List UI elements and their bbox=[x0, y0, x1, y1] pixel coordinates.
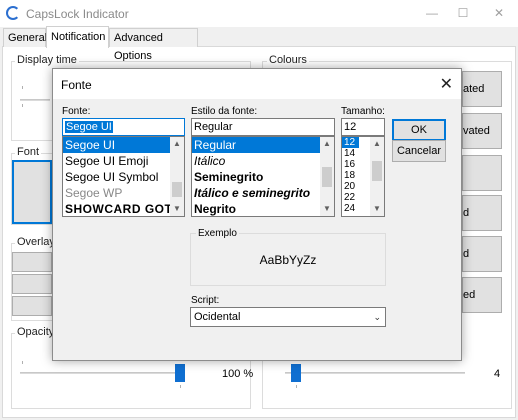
overlay-group-label: Overlay bbox=[15, 236, 57, 248]
font-select-button[interactable] bbox=[12, 160, 52, 224]
tab-notification[interactable]: Notification bbox=[46, 26, 109, 48]
colours-group-label: Colours bbox=[267, 54, 309, 66]
font-list-item[interactable]: SHOWCARD GOTHI bbox=[63, 201, 184, 216]
style-list-item[interactable]: Regular bbox=[192, 137, 334, 153]
scrollbar-thumb[interactable] bbox=[172, 182, 182, 197]
scroll-up-icon[interactable]: ▲ bbox=[170, 137, 184, 151]
script-label: Script: bbox=[191, 295, 220, 306]
font-list-scrollbar[interactable]: ▲ ▼ bbox=[170, 137, 184, 216]
slider-tick bbox=[180, 385, 181, 388]
overlay-button[interactable] bbox=[12, 252, 52, 272]
slider-tick bbox=[296, 385, 297, 388]
chevron-down-icon: ⌄ bbox=[373, 312, 381, 322]
overlay-button[interactable] bbox=[12, 296, 52, 316]
dialog-title-bar bbox=[53, 69, 461, 99]
font-list-item[interactable]: Segoe UI Symbol bbox=[63, 169, 184, 185]
style-list-item[interactable]: Seminegrito bbox=[192, 169, 334, 185]
opacity-slider-thumb[interactable] bbox=[175, 364, 185, 382]
display-time-label: Display time bbox=[15, 54, 79, 66]
style-label: Estilo da fonte: bbox=[191, 106, 258, 117]
ok-button[interactable]: OK bbox=[392, 119, 446, 141]
size-list-scrollbar[interactable]: ▲ ▼ bbox=[370, 137, 384, 216]
style-input[interactable]: Regular bbox=[191, 118, 335, 136]
opacity-slider-track[interactable] bbox=[20, 372, 184, 374]
scroll-up-icon[interactable]: ▲ bbox=[320, 137, 334, 151]
colour-button[interactable] bbox=[462, 155, 502, 191]
size-list-item[interactable]: 12 bbox=[342, 137, 359, 148]
tab-advanced-options[interactable]: Advanced Options bbox=[109, 28, 198, 62]
style-list-scrollbar[interactable]: ▲ ▼ bbox=[320, 137, 334, 216]
style-list-item[interactable]: Itálico bbox=[192, 153, 334, 169]
colour-button[interactable]: d bbox=[462, 236, 502, 272]
scroll-up-icon[interactable]: ▲ bbox=[370, 137, 384, 151]
dialog-close-button[interactable]: ✕ bbox=[440, 74, 453, 94]
script-value: Ocidental bbox=[194, 311, 241, 323]
style-list-item[interactable]: Negrito bbox=[192, 201, 334, 216]
right-slider-thumb[interactable] bbox=[291, 364, 301, 382]
colour-button[interactable]: d bbox=[462, 195, 502, 231]
slider-tick bbox=[22, 361, 23, 364]
font-list-item[interactable]: Segoe WP bbox=[63, 185, 184, 201]
scroll-down-icon[interactable]: ▼ bbox=[320, 202, 334, 216]
opacity-value: 100 % bbox=[222, 368, 254, 380]
style-list-item[interactable]: Itálico e seminegrito bbox=[192, 185, 334, 201]
font-name-value: Segoe UI bbox=[65, 121, 113, 133]
right-slider-value: 4 bbox=[494, 368, 501, 380]
script-select[interactable]: Ocidental ⌄ bbox=[190, 307, 386, 327]
scrollbar-thumb[interactable] bbox=[322, 167, 332, 187]
scroll-down-icon[interactable]: ▼ bbox=[370, 202, 384, 216]
scrollbar-thumb[interactable] bbox=[372, 161, 382, 181]
font-list-item[interactable]: Segoe UI bbox=[63, 137, 184, 153]
slider-tick bbox=[22, 104, 23, 107]
overlay-button[interactable] bbox=[12, 274, 52, 294]
font-list-item[interactable]: Segoe UI Emoji bbox=[63, 153, 184, 169]
minimize-button[interactable]: — bbox=[415, 0, 449, 26]
style-list[interactable]: Regular Itálico Seminegrito Itálico e se… bbox=[191, 136, 335, 217]
font-name-input[interactable]: Segoe UI bbox=[62, 118, 185, 136]
size-list[interactable]: 12 14 16 18 20 22 24 ▲ ▼ bbox=[341, 136, 385, 217]
size-label: Tamanho: bbox=[341, 106, 385, 117]
slider-tick bbox=[22, 86, 23, 89]
tab-general[interactable]: General bbox=[3, 28, 47, 47]
font-group-label: Font bbox=[15, 146, 42, 158]
scroll-down-icon[interactable]: ▼ bbox=[170, 202, 184, 216]
colour-button[interactable]: vated bbox=[462, 113, 502, 149]
dialog-title: Fonte bbox=[61, 78, 92, 92]
size-input[interactable]: 12 bbox=[341, 118, 385, 136]
display-time-slider[interactable] bbox=[20, 99, 50, 101]
font-list[interactable]: Segoe UI Segoe UI Emoji Segoe UI Symbol … bbox=[62, 136, 185, 217]
colour-button[interactable]: ated bbox=[462, 71, 502, 107]
right-slider-track[interactable] bbox=[285, 372, 465, 374]
sample-label: Exemplo bbox=[196, 228, 239, 239]
colour-button[interactable]: ed bbox=[462, 277, 502, 313]
font-dialog: Fonte ✕ Fonte: Segoe UI Segoe UI Segoe U… bbox=[52, 68, 462, 361]
app-icon bbox=[6, 6, 20, 20]
window-title: CapsLock Indicator bbox=[26, 7, 129, 21]
opacity-group-label: Opacity bbox=[15, 326, 57, 338]
cancel-button[interactable]: Cancelar bbox=[392, 140, 446, 162]
close-button[interactable]: ✕ bbox=[482, 0, 516, 26]
sample-text: AaBbYyZz bbox=[259, 253, 317, 267]
maximize-button[interactable]: ☐ bbox=[446, 0, 480, 26]
font-label: Fonte: bbox=[62, 106, 91, 117]
